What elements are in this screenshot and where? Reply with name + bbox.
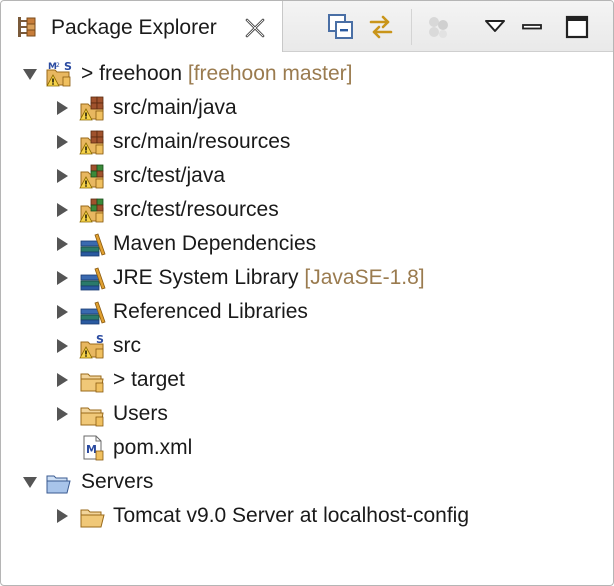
collapsed-arrow-icon[interactable] — [53, 201, 71, 219]
source-folder-icon — [79, 94, 107, 122]
folder-icon — [79, 502, 107, 530]
collapse-all-icon[interactable] — [326, 12, 356, 42]
collapsed-arrow-icon[interactable] — [53, 99, 71, 117]
tree-item-label: pom.xml — [113, 436, 193, 459]
tree-row-src-main-resources[interactable]: src/main/resources — [1, 125, 613, 159]
close-icon[interactable] — [244, 17, 266, 39]
library-icon — [79, 298, 107, 326]
collapsed-arrow-icon[interactable] — [53, 371, 71, 389]
collapsed-arrow-icon[interactable] — [53, 337, 71, 355]
svg-text:2: 2 — [56, 62, 60, 69]
view-menu-icon[interactable] — [480, 12, 510, 42]
svg-text:S: S — [96, 333, 104, 346]
tree-row-jre-system-library[interactable]: JRE System Library [JavaSE-1.8] — [1, 261, 613, 295]
tree-row-users[interactable]: Users — [1, 397, 613, 431]
package-explorer-view: Package Explorer M 2 S > freehoon [freeh… — [0, 0, 614, 586]
tree-row-maven-dependencies[interactable]: Maven Dependencies — [1, 227, 613, 261]
tree-item-label: Tomcat v9.0 Server at localhost-config — [113, 504, 469, 527]
tree-item-label: src — [113, 334, 141, 357]
open-project-icon — [45, 468, 73, 496]
library-icon — [79, 230, 107, 258]
tree-row-src[interactable]: S src — [1, 329, 613, 363]
tree-item-label: Referenced Libraries — [113, 300, 308, 323]
view-title: Package Explorer — [51, 16, 217, 39]
library-icon — [79, 264, 107, 292]
maven-pom-file-icon: M — [79, 434, 107, 462]
link-with-editor-icon[interactable] — [366, 12, 396, 42]
tree-item-label: > target — [113, 368, 185, 391]
toolbar-separator — [411, 9, 412, 45]
svg-text:M: M — [86, 443, 97, 456]
tree-row-pom-xml[interactable]: M pom.xml — [1, 431, 613, 465]
package-explorer-icon — [15, 15, 39, 39]
svg-text:S: S — [64, 60, 72, 73]
project-decoration: [freehoon master] — [187, 62, 353, 85]
collapsed-arrow-icon[interactable] — [53, 303, 71, 321]
tree-item-label: src/test/java — [113, 164, 226, 187]
jre-version-decoration: [JavaSE-1.8] — [304, 266, 425, 289]
collapsed-arrow-icon[interactable] — [53, 235, 71, 253]
tree-row-servers[interactable]: Servers — [1, 465, 613, 499]
tree-row-tomcat-config[interactable]: Tomcat v9.0 Server at localhost-config — [1, 499, 613, 533]
collapsed-arrow-icon[interactable] — [53, 507, 71, 525]
expanded-arrow-icon[interactable] — [21, 65, 39, 83]
tree-item-label: src/test/resources — [113, 198, 279, 221]
maximize-icon[interactable] — [562, 12, 592, 42]
source-folder-icon — [79, 128, 107, 156]
tab-package-explorer[interactable]: Package Explorer — [1, 1, 283, 52]
test-source-folder-icon — [79, 162, 107, 190]
folder-icon: S — [79, 332, 107, 360]
maven-project-icon: M 2 S — [45, 60, 73, 88]
expanded-arrow-icon[interactable] — [21, 473, 39, 491]
project-prefix: > — [81, 62, 100, 85]
filters-icon[interactable] — [423, 12, 453, 42]
tree-item-label: Maven Dependencies — [113, 232, 317, 255]
tree-item-label: Users — [113, 402, 168, 425]
folder-icon — [79, 366, 107, 394]
collapsed-arrow-icon[interactable] — [53, 269, 71, 287]
collapsed-arrow-icon[interactable] — [53, 405, 71, 423]
tree-item-label: src/main/resources — [113, 130, 291, 153]
folder-icon — [79, 400, 107, 428]
tree-row-target[interactable]: > target — [1, 363, 613, 397]
project-name: freehoon — [99, 62, 183, 85]
servers-label: Servers — [81, 470, 154, 493]
tree-item-label: JRE System Library — [113, 266, 299, 289]
collapsed-arrow-icon[interactable] — [53, 133, 71, 151]
test-source-folder-icon — [79, 196, 107, 224]
tree-row-src-main-java[interactable]: src/main/java — [1, 91, 613, 125]
tree-row-referenced-libraries[interactable]: Referenced Libraries — [1, 295, 613, 329]
collapsed-arrow-icon[interactable] — [53, 167, 71, 185]
tree-row-project[interactable]: M 2 S > freehoon [freehoon master] — [1, 57, 613, 91]
view-tab-bar: Package Explorer — [1, 1, 613, 52]
tree-item-label: src/main/java — [113, 96, 237, 119]
tree-row-src-test-resources[interactable]: src/test/resources — [1, 193, 613, 227]
minimize-icon[interactable] — [517, 12, 547, 42]
tree-row-src-test-java[interactable]: src/test/java — [1, 159, 613, 193]
